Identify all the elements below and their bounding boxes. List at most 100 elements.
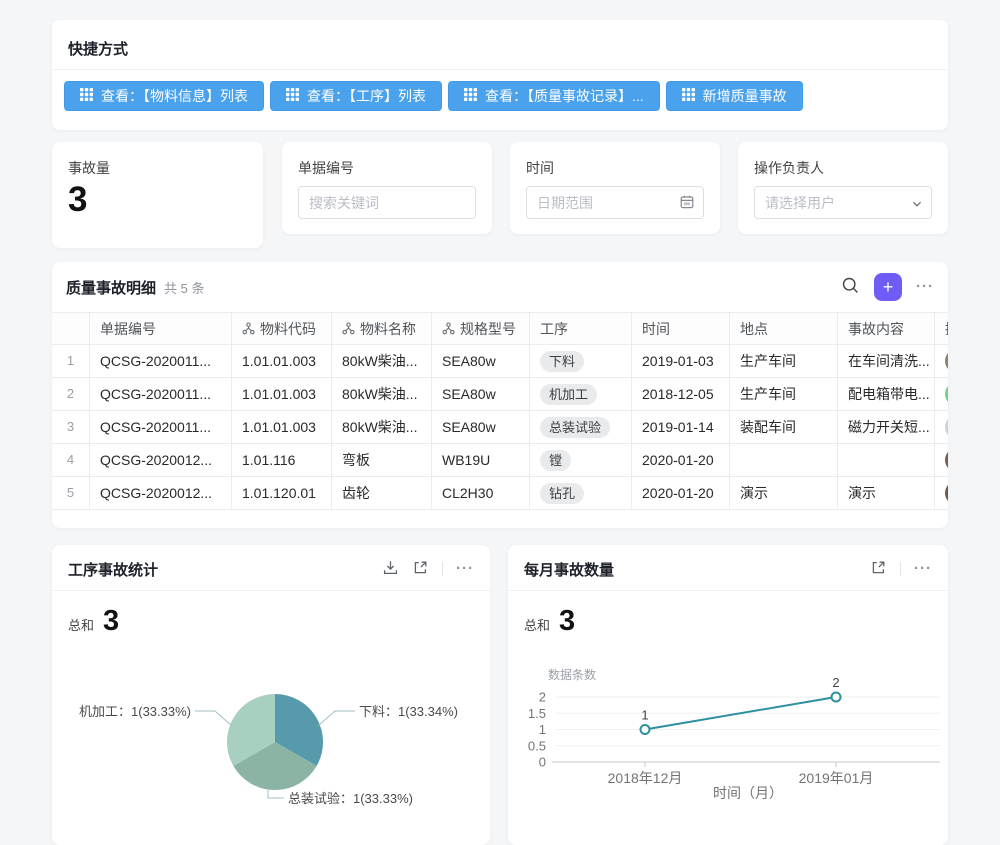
- material-name-cell: 弯板: [332, 444, 432, 477]
- table-row[interactable]: 4QCSG-2020012...1.01.116弯板WB19U镗2020-01-…: [52, 444, 948, 477]
- row-index: 4: [52, 444, 90, 477]
- content-cell: 在车间清洗...: [838, 345, 935, 378]
- operator-cell: [935, 378, 948, 411]
- accident-count-value: 3: [68, 180, 87, 220]
- table-row[interactable]: 5QCSG-2020012...1.01.120.01齿轮CL2H30钻孔202…: [52, 477, 948, 510]
- add-record-button[interactable]: +: [874, 273, 902, 301]
- material-name-cell: 80kW柴油...: [332, 345, 432, 378]
- date-cell: 2019-01-03: [632, 345, 730, 378]
- calendar-icon[interactable]: [679, 194, 695, 215]
- grid-icon: [80, 88, 93, 104]
- x-tick-label: 2018年12月: [608, 770, 683, 786]
- doc-number-search-input[interactable]: [298, 186, 476, 219]
- place-cell: 生产车间: [730, 378, 838, 411]
- y-tick-label: 0: [539, 755, 546, 770]
- pie-leader-line: [195, 711, 232, 726]
- column-header-label: 物料代码: [260, 313, 316, 345]
- process-tag: 机加工: [540, 384, 597, 405]
- y-tick-label: 1.5: [528, 706, 546, 721]
- operator-cell: [935, 411, 948, 444]
- chevron-down-icon: [911, 197, 923, 215]
- x-axis-title: 时间（月）: [713, 785, 783, 801]
- row-index: 5: [52, 477, 90, 510]
- column-header: 操作负责人: [935, 312, 948, 345]
- material-code-cell: 1.01.120.01: [232, 477, 332, 510]
- column-header: 物料名称: [332, 312, 432, 345]
- process-cell: 下料: [530, 345, 632, 378]
- process-cell: 钻孔: [530, 477, 632, 510]
- table-row[interactable]: 3QCSG-2020011...1.01.01.00380kW柴油...SEA8…: [52, 411, 948, 444]
- grid-icon: [464, 88, 477, 104]
- material-code-cell: 1.01.116: [232, 444, 332, 477]
- pie-leader-line: [268, 789, 284, 798]
- accident-table: 单据编号物料代码物料名称规格型号工序时间地点事故内容操作负责人 1QCSG-20…: [52, 312, 948, 510]
- data-point[interactable]: [832, 693, 841, 702]
- spec-model-cell: SEA80w: [432, 345, 530, 378]
- shortcut-button-row: 查看：【物料信息】列表 查看：【工序】列表 查看：【质量事故记录】... 新增质…: [64, 81, 803, 111]
- column-header: 工序: [530, 312, 632, 345]
- pie-leader-line: [318, 711, 355, 726]
- doc-number-label: 单据编号: [298, 158, 354, 178]
- shortcut-view-material-list-button[interactable]: 查看：【物料信息】列表: [64, 81, 264, 111]
- shortcuts-card: 快捷方式 查看：【物料信息】列表 查看：【工序】列表 查看：【质量事故记录】..…: [52, 20, 948, 130]
- shortcut-label: 查看：【工序】列表: [307, 86, 426, 106]
- monthly-accidents-card: 每月事故数量 ··· 总和 3 00.511.522018年12月2019年01…: [508, 545, 948, 845]
- process-tag: 下料: [540, 351, 584, 372]
- quality-accident-table-card: 质量事故明细 共 5 条 + ··· 单据编号物料代码物料名称规格型号工序时间地…: [52, 262, 948, 528]
- operator-select[interactable]: 请选择用户: [754, 186, 932, 219]
- operator-cell: [935, 345, 948, 378]
- table-row[interactable]: 2QCSG-2020011...1.01.01.00380kW柴油...SEA8…: [52, 378, 948, 411]
- content-cell: 演示: [838, 477, 935, 510]
- place-cell: [730, 444, 838, 477]
- spec-model-cell: SEA80w: [432, 411, 530, 444]
- column-header-label: 工序: [540, 313, 568, 345]
- shortcut-view-process-list-button[interactable]: 查看：【工序】列表: [270, 81, 442, 111]
- row-index: 2: [52, 378, 90, 411]
- table-row[interactable]: 1QCSG-2020011...1.01.01.00380kW柴油...SEA8…: [52, 345, 948, 378]
- process-tag: 钻孔: [540, 483, 584, 504]
- pie-slice-label: 总装试验：1(33.33%): [288, 791, 413, 806]
- shortcut-view-quality-records-button[interactable]: 查看：【质量事故记录】...: [448, 81, 660, 111]
- column-header: 物料代码: [232, 312, 332, 345]
- accident-count-card: 事故量 3: [52, 142, 263, 248]
- material-name-cell: 80kW柴油...: [332, 378, 432, 411]
- table-more-button[interactable]: ···: [916, 282, 934, 292]
- date-cell: 2020-01-20: [632, 477, 730, 510]
- material-code-cell: 1.01.01.003: [232, 345, 332, 378]
- row-index: 1: [52, 345, 90, 378]
- operator-select-placeholder: 请选择用户: [765, 193, 835, 213]
- data-point-label: 1: [641, 708, 648, 723]
- column-header-label: 事故内容: [848, 313, 904, 345]
- time-label: 时间: [526, 158, 554, 178]
- grid-icon: [682, 88, 695, 104]
- search-button[interactable]: [841, 276, 860, 298]
- doc-number-cell: QCSG-2020011...: [90, 345, 232, 378]
- y-tick-label: 0.5: [528, 738, 546, 753]
- operator-cell: [935, 444, 948, 477]
- avatar: [945, 349, 948, 373]
- y-tick-label: 2: [539, 690, 546, 705]
- accident-count-label: 事故量: [68, 158, 110, 178]
- process-tag: 镗: [540, 450, 571, 471]
- spec-model-cell: SEA80w: [432, 378, 530, 411]
- data-point[interactable]: [641, 725, 650, 734]
- process-tag: 总装试验: [540, 417, 610, 438]
- date-cell: 2019-01-14: [632, 411, 730, 444]
- shortcut-add-quality-accident-button[interactable]: 新增质量事故: [666, 81, 803, 111]
- column-header: 单据编号: [90, 312, 232, 345]
- date-range-input[interactable]: [526, 186, 704, 219]
- material-name-cell: 齿轮: [332, 477, 432, 510]
- search-icon: [841, 276, 860, 298]
- doc-number-cell: QCSG-2020012...: [90, 444, 232, 477]
- column-header-label: 地点: [740, 313, 768, 345]
- doc-number-cell: QCSG-2020012...: [90, 477, 232, 510]
- operator-filter-card: 操作负责人 请选择用户: [738, 142, 948, 234]
- shortcut-label: 新增质量事故: [703, 86, 787, 106]
- operator-label: 操作负责人: [754, 158, 824, 178]
- column-header-label: 单据编号: [100, 313, 156, 345]
- doc-number-cell: QCSG-2020011...: [90, 411, 232, 444]
- grid-icon: [286, 88, 299, 104]
- content-cell: [838, 444, 935, 477]
- date-cell: 2018-12-05: [632, 378, 730, 411]
- pie-slice-label: 下料：1(33.34%): [359, 704, 458, 719]
